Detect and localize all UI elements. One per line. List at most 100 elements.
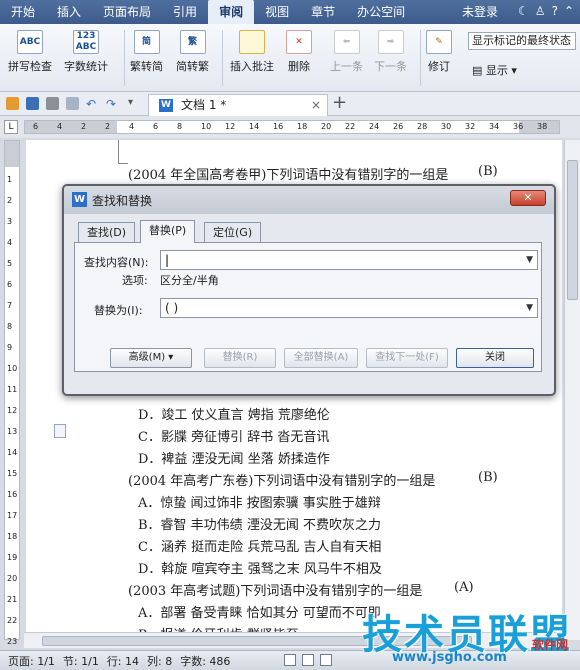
tab-home[interactable]: 开始 bbox=[0, 0, 46, 24]
next-label: 下一条 bbox=[374, 60, 407, 73]
ruler-tick: 23 bbox=[7, 637, 18, 646]
chevron-down-icon[interactable]: ▼ bbox=[526, 299, 533, 317]
trad-to-simp-icon: 简 bbox=[133, 30, 160, 54]
redo-icon[interactable]: ↷ bbox=[106, 97, 119, 111]
customize-icon[interactable]: ▾ bbox=[128, 97, 141, 110]
insert-comment-button[interactable]: 插入批注 bbox=[230, 30, 274, 74]
status-line: 行: 14 bbox=[106, 654, 140, 668]
more-options-button[interactable]: 高级(M) ▾ bbox=[110, 348, 192, 368]
word-doc-icon: W bbox=[159, 99, 173, 112]
dialog-close-button[interactable]: ✕ bbox=[510, 190, 546, 206]
find-input[interactable]: | ▼ bbox=[160, 250, 538, 270]
replace-all-button[interactable]: 全部替换(A) bbox=[284, 348, 358, 368]
ruler-tick: 2 bbox=[105, 122, 111, 131]
tab-office-space[interactable]: 办公空间 bbox=[346, 0, 416, 24]
simp-to-trad-button[interactable]: 繁 简转繁 bbox=[176, 30, 209, 74]
find-next-button[interactable]: 查找下一处(F) bbox=[366, 348, 448, 368]
ruler-tick: 17 bbox=[7, 511, 18, 520]
margin-marker bbox=[118, 140, 128, 164]
preview-icon[interactable] bbox=[66, 97, 79, 110]
ruler-tick: 16 bbox=[273, 122, 284, 131]
option-line: D．斡旋 喧宾夺主 强驽之末 风马牛不相及 bbox=[138, 562, 382, 577]
option-line: C．涵养 挺而走险 兵荒马乱 吉人自有天相 bbox=[138, 540, 382, 555]
tab-view[interactable]: 视图 bbox=[254, 0, 300, 24]
revise-button[interactable]: ✎ 修订 bbox=[426, 30, 452, 74]
markup-select[interactable]: 显示标记的最终状态 bbox=[468, 32, 576, 50]
ruler-tick: 38 bbox=[537, 122, 548, 131]
close-button[interactable]: 关闭 bbox=[456, 348, 534, 368]
horizontal-ruler[interactable]: 6 4 2 2 4 6 8 10 12 14 16 18 20 22 24 26 28 30 32 34 36 38 bbox=[24, 120, 560, 134]
question-heading: (2004 年高考广东卷)下列词语中没有错别字的一组是 bbox=[128, 474, 436, 489]
tab-find[interactable]: 查找(D) bbox=[78, 222, 136, 242]
delete-comment-button[interactable]: ✕ 删除 bbox=[286, 30, 312, 74]
open-icon[interactable] bbox=[6, 97, 19, 110]
skin-icon[interactable]: ☾ bbox=[518, 4, 529, 18]
ruler-row: L 6 4 2 2 4 6 8 10 12 14 16 18 20 22 24 26 28 30 32 34 36 38 bbox=[0, 116, 580, 138]
outline-view-icon[interactable] bbox=[302, 654, 314, 666]
ruler-tick: 3 bbox=[7, 217, 13, 226]
chevron-down-icon[interactable]: ▼ bbox=[526, 251, 533, 269]
trad-to-simp-button[interactable]: 简 繁转简 bbox=[130, 30, 163, 74]
replace-label: 替换为(I): bbox=[94, 304, 143, 317]
tab-replace[interactable]: 替换(P) bbox=[140, 220, 196, 243]
next-comment-button[interactable]: ➡ 下一条 bbox=[374, 30, 407, 74]
ruler-tick: 15 bbox=[7, 469, 18, 478]
ruler-tick: 11 bbox=[7, 385, 18, 394]
show-label: 显示 bbox=[485, 64, 508, 77]
undo-icon[interactable]: ↶ bbox=[86, 97, 99, 111]
ruler-tick: 2 bbox=[7, 196, 13, 205]
document-tab[interactable]: W 文档 1 * × bbox=[148, 94, 328, 116]
show-button[interactable]: ▤ 显示 ▾ bbox=[472, 62, 517, 78]
replace-button[interactable]: 替换(R) bbox=[204, 348, 276, 368]
ruler-tick: 13 bbox=[7, 427, 18, 436]
help-icon[interactable]: ? bbox=[552, 4, 558, 18]
collapse-icon[interactable]: ⌃ bbox=[564, 4, 574, 18]
ruler-tick: 12 bbox=[225, 122, 236, 131]
ruler-tick: 32 bbox=[465, 122, 476, 131]
word-count-button[interactable]: 123 ABC 字数统计 bbox=[64, 30, 108, 74]
spell-check-button[interactable]: ABC 拼写检查 bbox=[8, 30, 52, 74]
doc-icon[interactable] bbox=[54, 424, 66, 438]
tab-references[interactable]: 引用 bbox=[162, 0, 208, 24]
web-view-icon[interactable] bbox=[320, 654, 332, 666]
tab-goto[interactable]: 定位(G) bbox=[204, 222, 262, 242]
close-tab-icon[interactable]: × bbox=[311, 95, 321, 115]
tab-page-layout[interactable]: 页面布局 bbox=[92, 0, 162, 24]
ribbon-divider bbox=[124, 30, 125, 86]
option-line: A．部署 备受青睐 恰如其分 可望而不可即 bbox=[138, 606, 381, 621]
replace-value: ( ) bbox=[165, 301, 179, 315]
watermark-url: www.jsgho.com bbox=[392, 650, 507, 665]
vertical-ruler: 1 2 3 4 5 6 7 8 9 10 11 12 13 14 15 16 17 18 19 20 21 22 23 bbox=[4, 140, 20, 646]
save-icon[interactable] bbox=[26, 97, 39, 110]
tab-stop-icon[interactable]: L bbox=[4, 120, 18, 134]
scroll-thumb[interactable] bbox=[567, 160, 578, 300]
ruler-tick: 34 bbox=[489, 122, 500, 131]
option-line: C．影牒 旁征博引 辞书 沓无音讯 bbox=[138, 430, 330, 445]
ruler-tick: 4 bbox=[129, 122, 135, 131]
page-view-icon[interactable] bbox=[284, 654, 296, 666]
ruler-tick: 12 bbox=[7, 406, 18, 415]
prev-comment-button[interactable]: ⬅ 上一条 bbox=[330, 30, 363, 74]
ruler-tick: 8 bbox=[7, 322, 13, 331]
ruler-margin bbox=[25, 121, 117, 133]
vertical-scrollbar[interactable] bbox=[564, 140, 580, 640]
simp-to-trad-label: 简转繁 bbox=[176, 60, 209, 73]
tab-insert[interactable]: 插入 bbox=[46, 0, 92, 24]
ruler-tick: 4 bbox=[57, 122, 63, 131]
ribbon-divider bbox=[420, 30, 421, 86]
new-tab-icon[interactable]: + bbox=[332, 92, 347, 114]
dialog-titlebar[interactable]: W 查找和替换 ✕ bbox=[64, 186, 554, 214]
tab-chapter[interactable]: 章节 bbox=[300, 0, 346, 24]
print-icon[interactable] bbox=[46, 97, 59, 110]
ruler-tick: 4 bbox=[7, 238, 13, 247]
ruler-tick: 9 bbox=[7, 343, 13, 352]
ribbon-divider bbox=[222, 30, 223, 86]
ruler-tick: 14 bbox=[7, 448, 18, 457]
replace-input[interactable]: ( ) ▼ bbox=[160, 298, 538, 318]
ruler-tick: 20 bbox=[7, 574, 18, 583]
shirt-icon[interactable]: ♙ bbox=[535, 4, 546, 18]
ruler-tick: 36 bbox=[513, 122, 524, 131]
login-link[interactable]: 未登录 bbox=[462, 0, 498, 24]
ruler-tick: 30 bbox=[441, 122, 452, 131]
tab-review[interactable]: 审阅 bbox=[208, 0, 255, 24]
